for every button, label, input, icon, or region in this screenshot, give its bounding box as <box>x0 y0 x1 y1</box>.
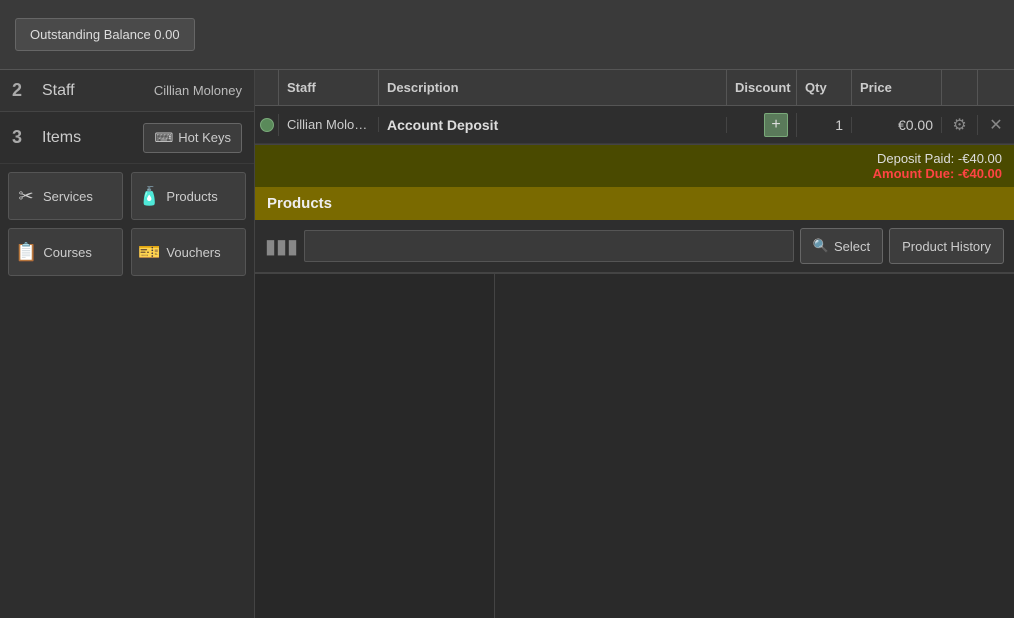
keyboard-icon: ⌨ <box>154 130 173 146</box>
td-description: Account Deposit <box>379 117 727 133</box>
left-sidebar: 2 Staff Cillian Moloney 3 Items ⌨ Hot Ke… <box>0 70 255 618</box>
courses-button[interactable]: 📋 Courses <box>8 228 123 276</box>
summary-bar: Deposit Paid: -€40.00 Amount Due: -€40.0… <box>255 145 1014 187</box>
courses-label: Courses <box>43 245 91 260</box>
items-section-header: 3 Items ⌨ Hot Keys <box>0 112 254 164</box>
nav-row-1: ✂ Services 🧴 Products <box>8 172 246 220</box>
row-indicator <box>260 118 274 132</box>
gear-button[interactable]: ⚙ <box>942 115 978 135</box>
search-icon: 🔍 <box>813 238 829 254</box>
bottle-icon: 🧴 <box>138 186 160 207</box>
th-price: Price <box>852 70 942 105</box>
section2-label: Staff <box>42 82 154 100</box>
sidebar-nav: ✂ Services 🧴 Products 📋 Courses 🎫 Vouche… <box>0 164 254 292</box>
close-icon: ✕ <box>989 115 1002 135</box>
products-right-panel <box>495 274 1014 618</box>
td-select <box>255 114 279 136</box>
section3-number: 3 <box>12 127 32 148</box>
td-staff: Cillian Molon... <box>279 117 379 132</box>
top-bar: Outstanding Balance 0.00 <box>0 0 1014 70</box>
outstanding-balance-button[interactable]: Outstanding Balance 0.00 <box>15 18 195 51</box>
vouchers-label: Vouchers <box>166 245 220 260</box>
main-content: Staff Description Discount Qty Price Cil… <box>255 70 1014 618</box>
amount-due-value: -€40.00 <box>958 166 1002 181</box>
staff-name: Cillian Moloney <box>154 83 242 98</box>
th-staff: Staff <box>279 70 379 105</box>
products-section: Products ▮▮▮ 🔍 Select Product History <box>255 187 1014 618</box>
table-area: Staff Description Discount Qty Price Cil… <box>255 70 1014 145</box>
product-history-button[interactable]: Product History <box>889 228 1004 264</box>
td-qty: 1 <box>797 117 852 133</box>
section2-number: 2 <box>12 80 32 101</box>
th-discount: Discount <box>727 70 797 105</box>
th-description: Description <box>379 70 727 105</box>
select-label: Select <box>834 239 870 254</box>
barcode-input[interactable] <box>304 230 794 262</box>
th-select <box>255 70 279 105</box>
products-left-panel <box>255 274 495 618</box>
hot-keys-button[interactable]: ⌨ Hot Keys <box>143 123 242 153</box>
hot-keys-label: Hot Keys <box>178 130 231 145</box>
select-button[interactable]: 🔍 Select <box>800 228 883 264</box>
amount-due-text: Amount Due: -€40.00 <box>873 166 1002 181</box>
th-action2 <box>978 70 1014 105</box>
table-header: Staff Description Discount Qty Price <box>255 70 1014 106</box>
clipboard-icon: 📋 <box>15 242 37 263</box>
staff-section-header: 2 Staff Cillian Moloney <box>0 70 254 112</box>
gear-icon: ⚙ <box>952 115 966 135</box>
nav-row-2: 📋 Courses 🎫 Vouchers <box>8 228 246 276</box>
voucher-icon: 🎫 <box>138 242 160 263</box>
services-label: Services <box>43 189 93 204</box>
services-button[interactable]: ✂ Services <box>8 172 123 220</box>
amount-due-label: Amount Due: <box>873 166 955 181</box>
td-discount: + <box>727 113 797 137</box>
th-qty: Qty <box>797 70 852 105</box>
close-row-button[interactable]: ✕ <box>978 115 1014 135</box>
table-row: Cillian Molon... Account Deposit + 1 €0.… <box>255 106 1014 144</box>
barcode-icon: ▮▮▮ <box>265 234 298 259</box>
scissors-icon: ✂ <box>15 186 37 207</box>
add-discount-button[interactable]: + <box>764 113 788 137</box>
td-price: €0.00 <box>852 117 942 133</box>
products-toolbar: ▮▮▮ 🔍 Select Product History <box>255 220 1014 273</box>
th-action1 <box>942 70 978 105</box>
vouchers-button[interactable]: 🎫 Vouchers <box>131 228 246 276</box>
section3-label: Items <box>42 129 143 147</box>
products-label: Products <box>166 189 217 204</box>
products-button[interactable]: 🧴 Products <box>131 172 246 220</box>
products-header: Products <box>255 187 1014 220</box>
deposit-paid-text: Deposit Paid: -€40.00 <box>877 151 1002 166</box>
products-grid <box>255 273 1014 618</box>
